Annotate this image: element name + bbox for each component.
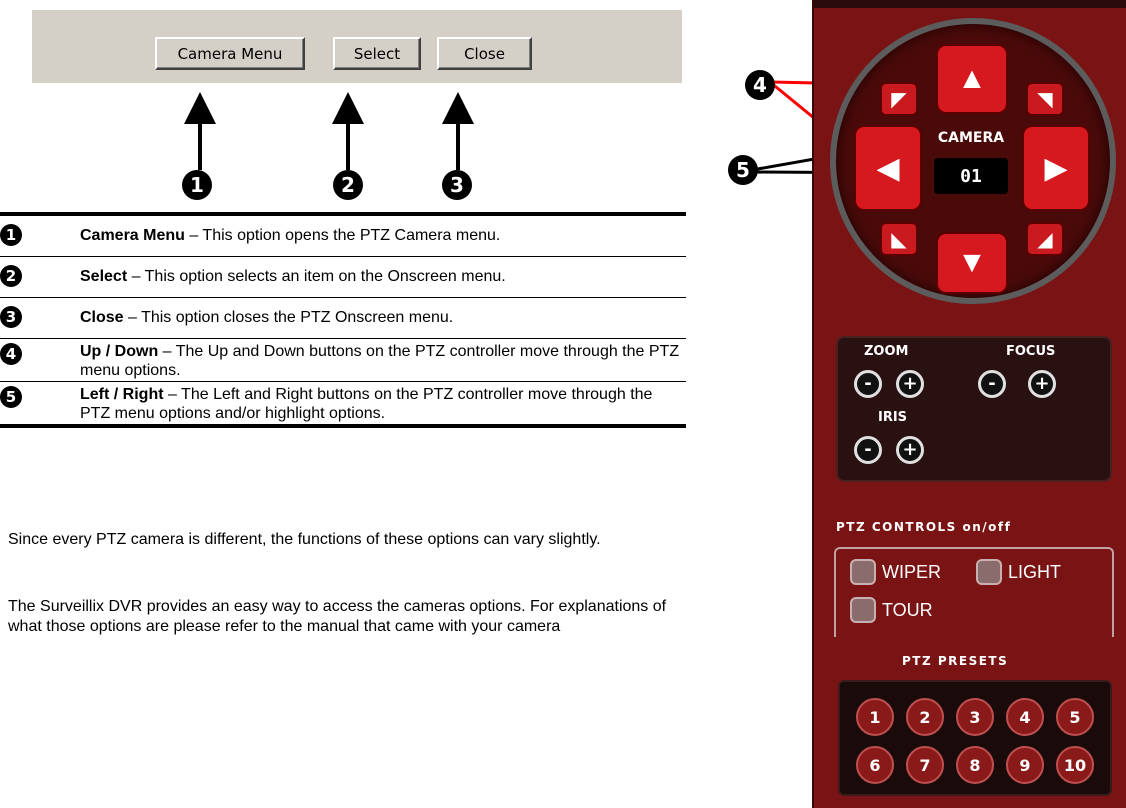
callout-1-badge: 1 [182,170,212,200]
light-toggle-box [976,559,1002,585]
legend-text: Select – This option selects an item on … [80,268,506,285]
focus-minus-button[interactable]: - [978,370,1006,398]
zoom-in-button[interactable]: + [896,370,924,398]
down-left-arrow-button[interactable]: ◣ [880,222,918,256]
preset-button-9[interactable]: 9 [1006,746,1044,784]
up-right-arrow-button[interactable]: ◥ [1026,82,1064,116]
camera-label: CAMERA [937,130,1005,146]
info-paragraph: The Surveillix DVR provides an easy way … [8,598,667,635]
preset-button-8[interactable]: 8 [956,746,994,784]
legend-number: 5 [0,386,22,408]
preset-button-3[interactable]: 3 [956,698,994,736]
legend-row: 3 Close – This option closes the PTZ Ons… [0,298,686,338]
preset-button-2[interactable]: 2 [906,698,944,736]
legend-number: 4 [0,343,22,365]
wiper-toggle[interactable]: WIPER [850,559,941,585]
legend-row: 2 Select – This option selects an item o… [0,257,686,297]
legend-table: 1 Camera Menu – This option opens the PT… [0,212,686,428]
camera-menu-button[interactable]: Camera Menu [155,37,305,70]
left-arrow-button[interactable]: ◀ [854,125,922,211]
callout-5-badge: 5 [728,155,758,185]
legend-text: Left / Right – The Left and Right button… [80,386,653,422]
note-paragraph: Since every PTZ camera is different, the… [8,531,601,548]
right-arrow-button[interactable]: ▶ [1022,125,1090,211]
wiper-label: WIPER [882,561,942,582]
ptz-presets-grid: 1 2 3 4 5 6 7 8 9 10 [838,680,1112,796]
tour-label: TOUR [882,599,933,620]
tour-toggle-box [850,597,876,623]
legend-row: 5 Left / Right – The Left and Right butt… [0,382,686,424]
down-arrow-button[interactable]: ▼ [936,232,1008,294]
light-label: LIGHT [1008,561,1062,582]
iris-plus-button[interactable]: + [896,436,924,464]
ptz-controls-label: PTZ CONTROLS on/off [836,520,1012,534]
legend-text: Camera Menu – This option opens the PTZ … [80,227,501,244]
legend-number: 3 [0,306,22,328]
zoom-focus-iris-panel: ZOOM FOCUS - + - + IRIS - + [836,336,1112,482]
zoom-label: ZOOM [864,344,909,359]
wiper-toggle-box [850,559,876,585]
legend-text: Up / Down – The Up and Down buttons on t… [80,343,680,379]
callout-2-badge: 2 [333,170,363,200]
legend-text: Close – This option closes the PTZ Onscr… [80,309,454,326]
camera-number-display: 01 [934,158,1008,194]
preset-button-1[interactable]: 1 [856,698,894,736]
preset-button-5[interactable]: 5 [1056,698,1094,736]
down-right-arrow-button[interactable]: ◢ [1026,222,1064,256]
ptz-presets-label: PTZ PRESETS [902,654,1009,668]
close-button[interactable]: Close [437,37,532,70]
focus-plus-button[interactable]: + [1028,370,1056,398]
light-toggle[interactable]: LIGHT [976,559,1061,585]
preset-button-4[interactable]: 4 [1006,698,1044,736]
callout-4-badge: 4 [745,70,775,100]
tour-toggle[interactable]: TOUR [850,597,933,623]
preset-button-6[interactable]: 6 [856,746,894,784]
zoom-out-button[interactable]: - [854,370,882,398]
up-left-arrow-button[interactable]: ◤ [880,82,918,116]
iris-label: IRIS [878,410,908,425]
ptz-controls-group: WIPER LIGHT TOUR [834,547,1114,637]
up-arrow-button[interactable]: ▲ [936,44,1008,114]
legend-row: 1 Camera Menu – This option opens the PT… [0,216,686,256]
preset-button-7[interactable]: 7 [906,746,944,784]
legend-number: 1 [0,224,22,246]
preset-button-10[interactable]: 10 [1056,746,1094,784]
focus-label: FOCUS [1006,344,1056,359]
callout-3-badge: 3 [442,170,472,200]
dialog-toolbar: Camera Menu Select Close [32,10,682,83]
ptz-controller-panel: ▲ ▼ ◀ ▶ ◤ ◥ ◣ ◢ CAMERA 01 ZOOM FOCUS - +… [812,0,1126,808]
iris-minus-button[interactable]: - [854,436,882,464]
legend-number: 2 [0,265,22,287]
select-button[interactable]: Select [333,37,421,70]
legend-row: 4 Up / Down – The Up and Down buttons on… [0,339,686,381]
